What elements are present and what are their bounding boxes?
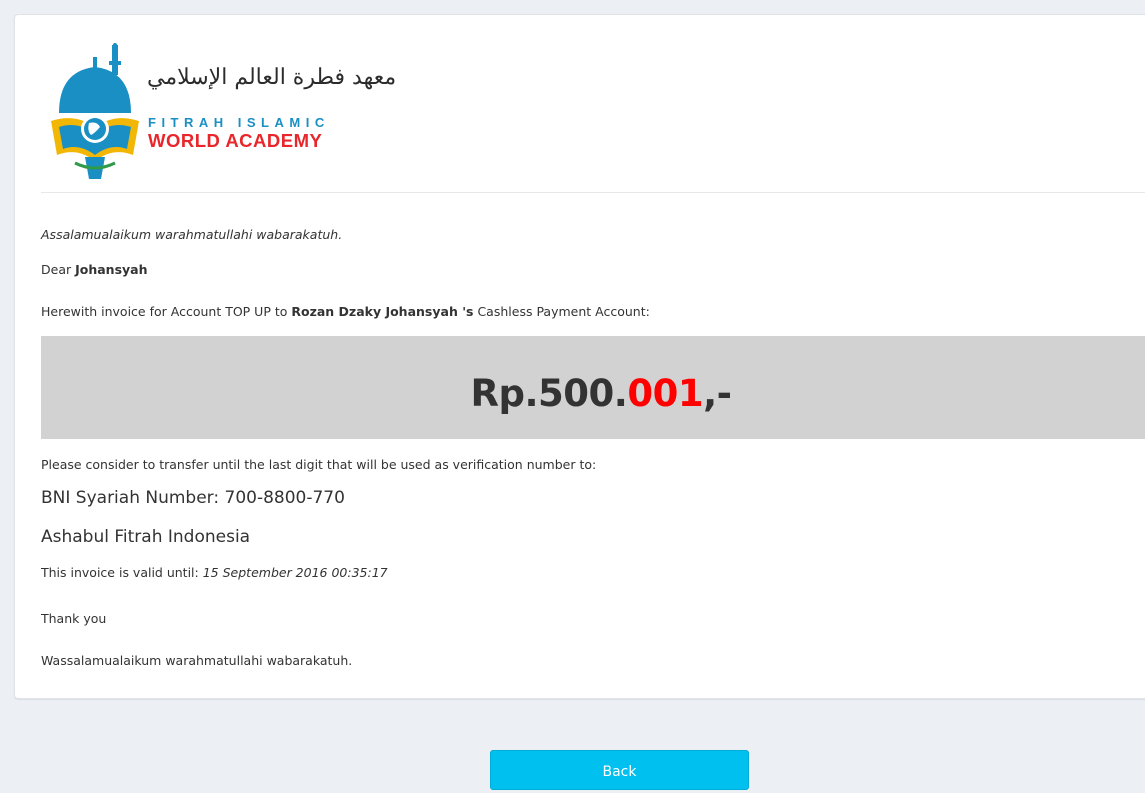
invoice-amount: Rp.500.001,-	[41, 372, 1145, 415]
herewith-prefix: Herewith invoice for Account TOP UP to	[41, 304, 288, 319]
dear-prefix: Dear	[41, 262, 72, 277]
logo-line2: WORLD ACADEMY	[148, 130, 323, 151]
valid-until-line: This invoice is valid until: 15 Septembe…	[41, 565, 388, 580]
verification-digits: 001	[627, 372, 704, 415]
thanks-text: Thank you	[41, 611, 107, 626]
invoice-card: معهد فطرة العالم الإسلامي FITRAH ISLAMIC…	[14, 14, 1145, 699]
header-divider	[41, 192, 1145, 193]
dear-line: Dear Johansyah	[41, 262, 148, 277]
mosque-emblem-icon	[51, 43, 139, 179]
student-name: Rozan Dzaky Johansyah 's	[291, 304, 474, 319]
amount-suffix: ,-	[703, 372, 732, 415]
amount-prefix: Rp.500.	[470, 372, 628, 415]
school-logo: معهد فطرة العالم الإسلامي FITRAH ISLAMIC…	[45, 43, 396, 183]
valid-prefix: This invoice is valid until:	[41, 565, 199, 580]
logo-line1: FITRAH ISLAMIC	[148, 115, 330, 130]
greeting-text: Assalamualaikum warahmatullahi wabarakat…	[41, 227, 343, 242]
parent-name: Johansyah	[75, 262, 148, 277]
valid-date: 15 September 2016 00:35:17	[202, 565, 388, 580]
herewith-suffix: Cashless Payment Account:	[477, 304, 650, 319]
transfer-instruction: Please consider to transfer until the la…	[41, 457, 597, 472]
bank-account-number: BNI Syariah Number: 700-8800-770	[41, 488, 345, 508]
amount-box: Rp.500.001,-	[41, 336, 1145, 439]
account-owner: Ashabul Fitrah Indonesia	[41, 527, 251, 547]
back-button[interactable]: Back	[490, 750, 749, 790]
closing-text: Wassalamualaikum warahmatullahi wabaraka…	[41, 653, 353, 668]
herewith-line: Herewith invoice for Account TOP UP to R…	[41, 304, 650, 319]
logo-arabic-text: معهد فطرة العالم الإسلامي	[147, 65, 397, 90]
